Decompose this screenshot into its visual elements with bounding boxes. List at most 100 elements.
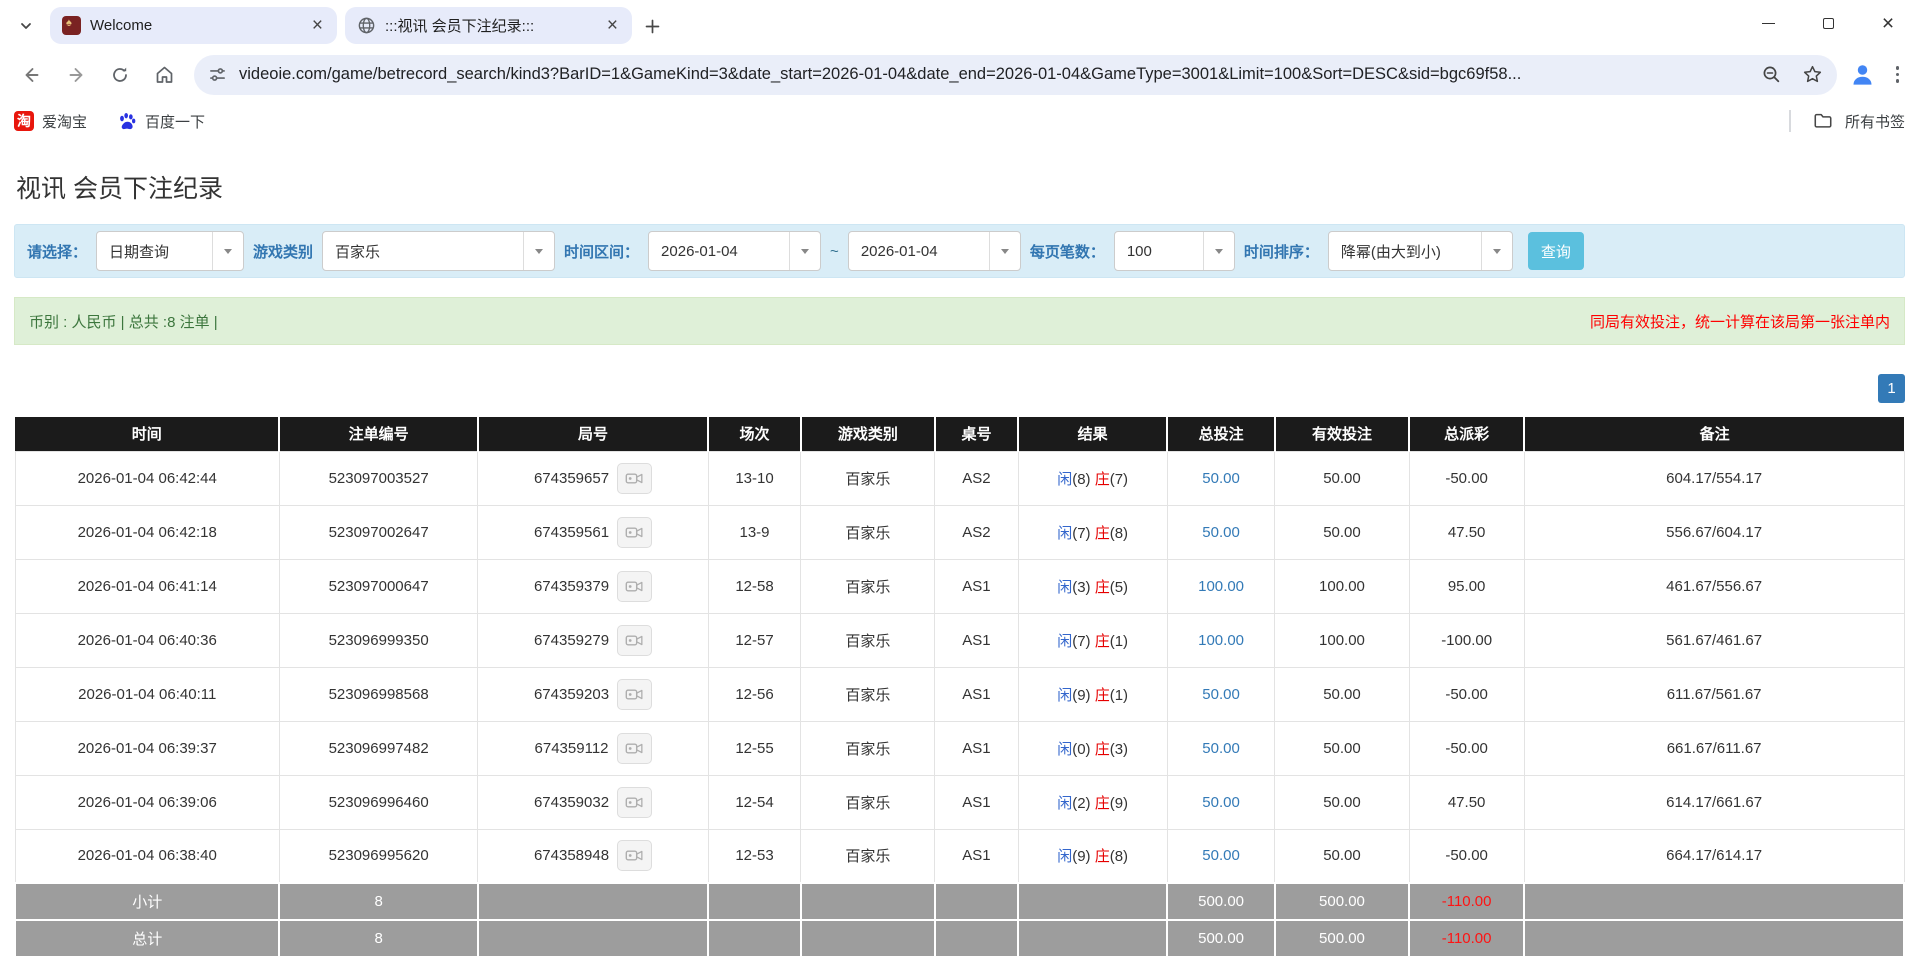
cell-valid-bet: 50.00 bbox=[1275, 721, 1409, 775]
table-row: 2026-01-04 06:39:06523096996460674359032… bbox=[15, 775, 1904, 829]
cell-total-bet: 50.00 bbox=[1167, 829, 1275, 883]
cell-time: 2026-01-04 06:40:11 bbox=[15, 667, 279, 721]
bet-table-body: 2026-01-04 06:42:44523097003527674359657… bbox=[15, 451, 1904, 883]
search-button[interactable]: 查询 bbox=[1528, 232, 1584, 270]
result-player-label: 闲 bbox=[1057, 579, 1072, 596]
column-header: 桌号 bbox=[935, 417, 1018, 451]
subtotal-row: 小计8500.00500.00-110.00 bbox=[15, 883, 1904, 920]
divider bbox=[1789, 110, 1791, 132]
maximize-button[interactable] bbox=[1813, 8, 1843, 38]
total-bet-link[interactable]: 100.00 bbox=[1198, 578, 1244, 595]
video-replay-button[interactable] bbox=[617, 517, 652, 548]
video-replay-button[interactable] bbox=[617, 733, 652, 764]
date-end-select[interactable]: 2026-01-04 bbox=[848, 231, 1021, 271]
bookmark-aitaobao[interactable]: 淘 爱淘宝 bbox=[14, 111, 87, 132]
round-no-text: 674359561 bbox=[534, 524, 609, 541]
cell-round-no: 674359379 bbox=[478, 559, 708, 613]
footer-label: 小计 bbox=[15, 883, 279, 920]
page-1-button[interactable]: 1 bbox=[1878, 374, 1905, 403]
total-bet-link[interactable]: 50.00 bbox=[1202, 740, 1240, 757]
sort-select[interactable]: 降幂(由大到小) bbox=[1328, 231, 1513, 271]
minimize-button[interactable] bbox=[1753, 8, 1783, 38]
total-bet-link[interactable]: 50.00 bbox=[1202, 794, 1240, 811]
footer-valid-bet: 500.00 bbox=[1275, 883, 1409, 920]
cell-valid-bet: 50.00 bbox=[1275, 451, 1409, 505]
footer-empty bbox=[1524, 883, 1904, 920]
browser-menu-button[interactable] bbox=[1896, 66, 1900, 83]
footer-count: 8 bbox=[279, 883, 477, 920]
cell-time: 2026-01-04 06:39:06 bbox=[15, 775, 279, 829]
cell-table-no: AS1 bbox=[935, 559, 1018, 613]
cell-payout: 95.00 bbox=[1409, 559, 1524, 613]
profile-avatar-icon[interactable] bbox=[1849, 61, 1876, 88]
new-tab-button[interactable] bbox=[636, 10, 668, 42]
date-start-select[interactable]: 2026-01-04 bbox=[648, 231, 821, 271]
table-row: 2026-01-04 06:41:14523097000647674359379… bbox=[15, 559, 1904, 613]
tab-betrecord[interactable]: :::视讯 会员下注纪录::: × bbox=[345, 7, 632, 44]
footer-empty bbox=[708, 883, 801, 920]
baidu-paw-icon bbox=[117, 111, 137, 131]
reload-button[interactable] bbox=[100, 55, 140, 95]
game-kind-select[interactable]: 百家乐 bbox=[322, 231, 555, 271]
result-player-score: (3) bbox=[1072, 579, 1095, 596]
cell-game-kind: 百家乐 bbox=[801, 505, 935, 559]
dropdown-arrow-icon bbox=[1481, 232, 1512, 270]
video-replay-button[interactable] bbox=[617, 787, 652, 818]
pagination: 1 bbox=[14, 374, 1905, 403]
result-banker-score: (1) bbox=[1110, 687, 1128, 704]
cell-payout: -50.00 bbox=[1409, 829, 1524, 883]
video-replay-icon bbox=[625, 794, 644, 811]
close-tab-icon[interactable]: × bbox=[605, 16, 620, 35]
query-type-select[interactable]: 日期查询 bbox=[96, 231, 244, 271]
total-bet-link[interactable]: 50.00 bbox=[1202, 470, 1240, 487]
bookmark-baidu[interactable]: 百度一下 bbox=[117, 111, 205, 132]
footer-total-bet: 500.00 bbox=[1167, 920, 1275, 957]
sort-value: 降幂(由大到小) bbox=[1329, 232, 1481, 270]
site-settings-icon[interactable] bbox=[208, 65, 227, 84]
total-bet-link[interactable]: 50.00 bbox=[1202, 524, 1240, 541]
cell-valid-bet: 100.00 bbox=[1275, 559, 1409, 613]
tab-title: Welcome bbox=[90, 17, 301, 34]
tab-search-button[interactable] bbox=[10, 10, 42, 42]
cell-round-no: 674359112 bbox=[478, 721, 708, 775]
cell-note: 664.17/614.17 bbox=[1524, 829, 1904, 883]
column-header: 场次 bbox=[708, 417, 801, 451]
table-row: 2026-01-04 06:42:18523097002647674359561… bbox=[15, 505, 1904, 559]
cell-result: 闲(9) 庄(1) bbox=[1018, 667, 1167, 721]
video-replay-button[interactable] bbox=[617, 463, 652, 494]
cell-valid-bet: 100.00 bbox=[1275, 613, 1409, 667]
total-bet-link[interactable]: 50.00 bbox=[1202, 847, 1240, 864]
total-bet-link[interactable]: 50.00 bbox=[1202, 686, 1240, 703]
all-bookmarks[interactable]: 所有书签 bbox=[1789, 110, 1905, 132]
address-bar[interactable]: videoie.com/game/betrecord_search/kind3?… bbox=[194, 55, 1837, 95]
zoom-icon[interactable] bbox=[1761, 64, 1782, 85]
result-banker-label: 庄 bbox=[1095, 579, 1110, 596]
video-replay-button[interactable] bbox=[617, 625, 652, 656]
video-replay-icon bbox=[625, 686, 644, 703]
omnibox-actions bbox=[1761, 64, 1823, 85]
video-replay-button[interactable] bbox=[617, 840, 652, 871]
tab-welcome[interactable]: Welcome × bbox=[50, 7, 337, 44]
table-row: 2026-01-04 06:40:11523096998568674359203… bbox=[15, 667, 1904, 721]
round-no-text: 674358948 bbox=[534, 847, 609, 864]
forward-button[interactable] bbox=[56, 55, 96, 95]
close-window-button[interactable]: × bbox=[1873, 8, 1903, 38]
bookmark-star-icon[interactable] bbox=[1802, 64, 1823, 85]
result-player-score: (7) bbox=[1072, 525, 1095, 542]
video-replay-button[interactable] bbox=[617, 679, 652, 710]
home-button[interactable] bbox=[144, 55, 184, 95]
result-banker-label: 庄 bbox=[1095, 848, 1110, 865]
back-button[interactable] bbox=[12, 55, 52, 95]
footer-empty bbox=[1524, 920, 1904, 957]
footer-valid-bet: 500.00 bbox=[1275, 920, 1409, 957]
summary-bar: 币别 : 人民币 | 总共 :8 注单 | 同局有效投注，统一计算在该局第一张注… bbox=[14, 297, 1905, 345]
per-page-select[interactable]: 100 bbox=[1114, 231, 1235, 271]
url-text[interactable]: videoie.com/game/betrecord_search/kind3?… bbox=[239, 65, 1521, 84]
footer-empty bbox=[708, 920, 801, 957]
back-arrow-icon bbox=[22, 65, 42, 85]
close-tab-icon[interactable]: × bbox=[310, 16, 325, 35]
total-bet-link[interactable]: 100.00 bbox=[1198, 632, 1244, 649]
video-replay-icon bbox=[625, 740, 644, 757]
cell-note: 561.67/461.67 bbox=[1524, 613, 1904, 667]
video-replay-button[interactable] bbox=[617, 571, 652, 602]
